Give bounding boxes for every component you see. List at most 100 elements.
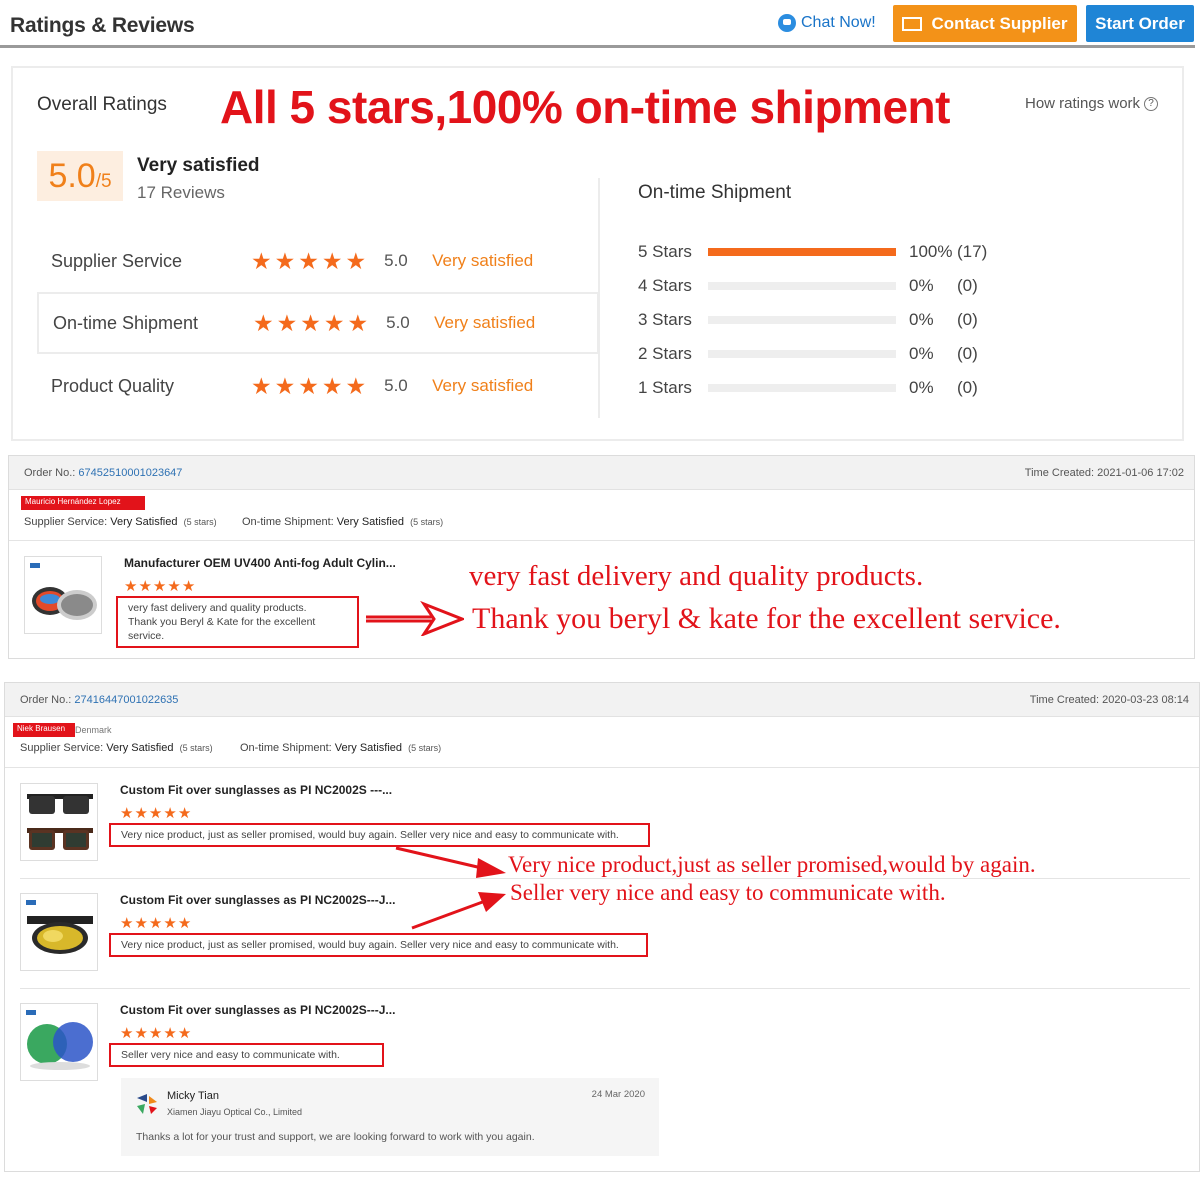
category-label: Product Quality — [51, 375, 175, 396]
how-ratings-work-label: How ratings work — [1025, 95, 1141, 112]
chat-now-link[interactable]: Chat Now! — [778, 14, 876, 32]
shipment-rating: On-time Shipment: Very Satisfied (5 star… — [242, 516, 443, 528]
star-icon: ★ — [177, 1025, 192, 1042]
review-line: Thank you Beryl & Kate for the excellent… — [128, 616, 316, 642]
overall-score-badge: 5.0 /5 — [37, 151, 123, 201]
shipment-title: On-time Shipment — [638, 182, 792, 203]
star-icon: ★ — [134, 805, 148, 822]
bar-percent: 0% — [909, 310, 934, 329]
product-name[interactable]: Custom Fit over sunglasses as PI NC2002S… — [120, 1003, 395, 1017]
bar-fill — [708, 248, 896, 256]
contact-supplier-button[interactable]: Contact Supplier — [893, 5, 1077, 42]
category-verdict: Very satisfied — [434, 313, 536, 332]
star-icon: ★ — [253, 309, 274, 336]
product-thumbnail[interactable] — [20, 893, 98, 971]
product-thumbnail[interactable] — [20, 1003, 98, 1081]
envelope-icon — [902, 16, 923, 31]
star-icon: ★ — [274, 372, 296, 399]
company-logo-icon — [137, 1094, 157, 1114]
star-icon: ★ — [163, 915, 177, 932]
review-line: very fast delivery and quality products. — [128, 602, 307, 614]
shipment-bar-row: 4 Stars 0% (0) — [638, 276, 978, 296]
reply-company: Xiamen Jiayu Optical Co., Limited — [167, 1107, 303, 1117]
product-thumbnail[interactable] — [24, 556, 102, 634]
rating-stars-count: (5 stars) — [408, 743, 442, 753]
star-icon: ★ — [300, 309, 321, 336]
order-number: Order No.: 27416447001022635 — [20, 694, 178, 706]
review-text: very fast delivery and quality products.… — [116, 596, 359, 648]
star-icon: ★ — [120, 1025, 134, 1042]
how-ratings-work-link[interactable]: How ratings work ? — [1025, 95, 1159, 112]
product-name[interactable]: Custom Fit over sunglasses as PI NC2002S… — [120, 893, 395, 907]
callout-line: Seller very nice and easy to communicate… — [510, 880, 946, 905]
rating-stars-count: (5 stars) — [410, 517, 444, 527]
order-number-link[interactable]: 67452510001023647 — [78, 467, 182, 479]
star-icon: ★ — [163, 1025, 177, 1042]
start-order-button[interactable]: Start Order — [1086, 5, 1194, 42]
time-value: 2020-03-23 08:14 — [1102, 694, 1189, 706]
order-number: Order No.: 67452510001023647 — [24, 467, 182, 479]
bar-percent: 100% — [909, 242, 953, 261]
star-icon: ★ — [347, 309, 369, 336]
supplier-reply: Micky Tian Xiamen Jiayu Optical Co., Lim… — [121, 1078, 659, 1156]
star-icon: ★ — [148, 805, 163, 822]
star-icon: ★ — [148, 915, 163, 932]
order-number-link[interactable]: 27416447001022635 — [74, 694, 178, 706]
star-icon: ★ — [120, 805, 134, 822]
rating-value: Very Satisfied — [110, 516, 178, 528]
bar-label: 4 Stars — [638, 276, 692, 295]
buyer-name: Niek Brausen — [13, 723, 75, 737]
supplier-service-rating: Supplier Service: Very Satisfied (5 star… — [20, 742, 213, 754]
bar-label: 5 Stars — [638, 242, 692, 261]
item-stars: ★ ★ ★ ★ ★ — [120, 916, 191, 931]
star-icon: ★ — [181, 578, 196, 595]
star-icon: ★ — [177, 915, 192, 932]
shipment-rating: On-time Shipment: Very Satisfied (5 star… — [240, 742, 441, 754]
goggles-icon — [30, 563, 97, 620]
lenses-icon — [26, 1010, 93, 1070]
header-divider — [0, 45, 1195, 48]
shipment-bar-row: 1 Stars 0% (0) — [638, 378, 978, 398]
item-stars: ★ ★ ★ ★ ★ — [120, 806, 191, 821]
panel-divider — [598, 178, 600, 418]
time-label: Time Created: — [1024, 467, 1095, 479]
category-verdict: Very satisfied — [432, 376, 534, 395]
overall-score-suffix: /5 — [95, 171, 112, 192]
time-label: Time Created: — [1029, 694, 1100, 706]
star-icon: ★ — [163, 805, 177, 822]
bar-count: (17) — [957, 242, 988, 261]
callout-arrow — [366, 600, 464, 636]
rating-stars-count: (5 stars) — [179, 743, 213, 753]
order-header: Order No.: 67452510001023647 Time Create… — [9, 456, 1194, 490]
star-icon: ★ — [251, 247, 272, 274]
rating-value: Very Satisfied — [336, 516, 405, 528]
overall-ratings-label: Overall Ratings — [37, 94, 167, 115]
star-icon: ★ — [251, 372, 272, 399]
star-icon: ★ — [148, 1025, 163, 1042]
category-verdict: Very satisfied — [432, 251, 534, 270]
chat-now-label: Chat Now! — [801, 14, 876, 31]
category-label: Supplier Service — [51, 250, 183, 271]
divider — [20, 988, 1190, 989]
category-row: On-time Shipment ★ ★ ★ ★ ★ 5.0 Very satisfie… — [37, 292, 599, 354]
product-name[interactable]: Manufacturer OEM UV400 Anti-fog Adult Cy… — [124, 556, 396, 570]
overall-verdict: Very satisfied — [137, 155, 260, 176]
shipment-bar-row: 5 Stars 100% (17) — [638, 242, 987, 262]
order-time: Time Created: 2020-03-23 08:14 — [1030, 694, 1189, 706]
overall-score: 5.0 — [48, 157, 96, 195]
callout-arrows — [395, 846, 506, 930]
buyer-country: Denmark — [75, 725, 112, 735]
contact-supplier-label: Contact Supplier — [931, 13, 1068, 33]
product-thumbnail[interactable] — [20, 783, 98, 861]
rating-label: On-time Shipment: — [240, 742, 332, 754]
product-name[interactable]: Custom Fit over sunglasses as PI NC2002S… — [120, 783, 392, 797]
star-icon: ★ — [134, 1025, 148, 1042]
reply-text: Thanks a lot for your trust and support,… — [136, 1131, 535, 1143]
category-value: 5.0 — [384, 251, 408, 270]
reviews-count: 17 Reviews — [137, 183, 225, 202]
divider — [20, 878, 1190, 879]
bar-percent: 0% — [909, 344, 934, 363]
item-stars: ★ ★ ★ ★ ★ — [120, 1026, 191, 1041]
item-stars: ★ ★ ★ ★ ★ — [124, 579, 195, 594]
bar-percent: 0% — [909, 378, 934, 397]
